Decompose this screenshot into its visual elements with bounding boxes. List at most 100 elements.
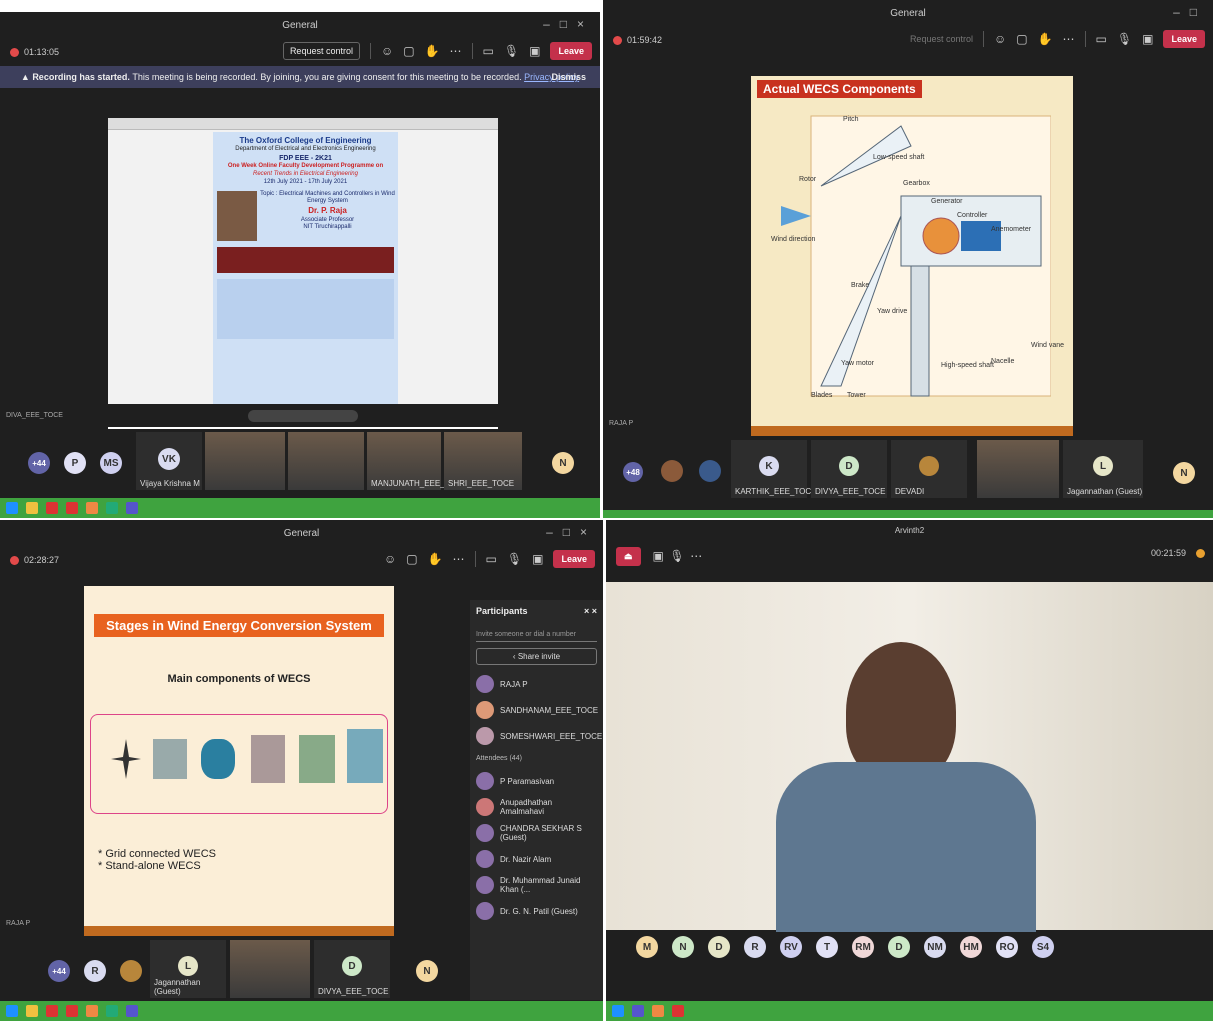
camera-icon[interactable]: ▭ <box>486 552 497 566</box>
participant-tile[interactable]: D DIVYA_EEE_TOCE <box>314 940 390 998</box>
video-tile[interactable]: SHRI_EEE_TOCE <box>444 432 522 490</box>
pdf-icon[interactable] <box>66 502 78 514</box>
participant-avatar[interactable]: MS <box>100 452 122 474</box>
people-icon[interactable]: ☺ <box>381 44 393 58</box>
chat-icon[interactable]: ▢ <box>406 552 417 566</box>
camera-icon[interactable]: ▭ <box>483 44 494 58</box>
participant-row[interactable]: Dr. G. N. Patil (Guest) <box>470 898 603 924</box>
participant-avatar[interactable]: N <box>1173 462 1195 484</box>
start-icon[interactable] <box>612 1005 624 1017</box>
attendees-header[interactable]: Attendees (44) <box>470 749 603 768</box>
mic-icon[interactable]: 🎙 <box>507 552 522 566</box>
video-tile[interactable]: MANJUNATH_EEE_TOCE <box>367 432 467 490</box>
participant-tile[interactable]: L Jagannathan (Guest) <box>150 940 226 998</box>
participant-tile[interactable]: K KARTHIK_EEE_TOCE <box>731 440 817 498</box>
chat-icon[interactable]: ▣ <box>653 549 664 563</box>
participant-avatar[interactable]: M <box>636 936 658 958</box>
participant-avatar[interactable]: T <box>816 936 838 958</box>
camera-icon[interactable]: ▭ <box>1096 32 1107 46</box>
participant-row[interactable]: SOMESHWARI_EEE_TOCE <box>470 723 603 749</box>
acrobat-icon[interactable] <box>46 1005 58 1017</box>
participant-avatar[interactable]: RO <box>996 936 1018 958</box>
close-icon[interactable]: × × <box>584 606 597 616</box>
share-icon[interactable]: ▣ <box>1142 32 1153 46</box>
raise-hand-icon[interactable]: ✋ <box>1038 32 1053 46</box>
request-control-button[interactable]: Request control <box>282 42 360 60</box>
more-icon[interactable]: ⋯ <box>690 549 702 563</box>
participant-avatar[interactable]: N <box>672 936 694 958</box>
video-tile[interactable] <box>205 432 285 490</box>
participant-avatar[interactable]: RM <box>852 936 874 958</box>
explorer-icon[interactable] <box>26 502 38 514</box>
participant-avatar[interactable]: RV <box>780 936 802 958</box>
leave-button[interactable]: Leave <box>553 550 595 568</box>
share-invite-button[interactable]: ‹ Share invite <box>476 648 597 665</box>
share-icon[interactable]: ▣ <box>532 552 543 566</box>
more-icon[interactable]: ⋯ <box>453 552 465 566</box>
participant-row[interactable]: Dr. Nazir Alam <box>470 846 603 872</box>
participant-row[interactable]: Dr. Muhammad Junaid Khan (... <box>470 872 603 898</box>
participant-avatar[interactable]: N <box>552 452 574 474</box>
dismiss-button[interactable]: Dismiss <box>551 72 586 82</box>
video-tile[interactable] <box>230 940 310 998</box>
teams-icon[interactable] <box>126 502 138 514</box>
share-icon[interactable]: ▣ <box>529 44 540 58</box>
photo-avatar[interactable] <box>699 460 721 482</box>
window-controls[interactable]: –□ <box>1173 5 1207 19</box>
video-tile[interactable] <box>288 432 364 490</box>
participant-avatar[interactable]: D <box>708 936 730 958</box>
participant-avatar[interactable]: R <box>84 960 106 982</box>
pdf-icon[interactable] <box>66 1005 78 1017</box>
chrome-icon[interactable] <box>86 1005 98 1017</box>
overflow-avatar[interactable]: +44 <box>48 960 70 982</box>
window-controls[interactable]: –□× <box>546 525 597 539</box>
photo-avatar[interactable] <box>120 960 142 982</box>
explorer-icon[interactable] <box>26 1005 38 1017</box>
participant-avatar[interactable]: NM <box>924 936 946 958</box>
chrome-icon[interactable] <box>652 1005 664 1017</box>
chat-icon[interactable]: ▢ <box>1016 32 1027 46</box>
teams-icon[interactable] <box>126 1005 138 1017</box>
participant-row[interactable]: P Paramasivan <box>470 768 603 794</box>
pdf-icon[interactable] <box>672 1005 684 1017</box>
screen-share-controls[interactable] <box>248 410 358 422</box>
photo-avatar[interactable] <box>661 460 683 482</box>
participant-row[interactable]: Anupadhathan Amalmahavi <box>470 794 603 820</box>
mic-icon[interactable]: 🎙 <box>1117 32 1132 46</box>
more-icon[interactable]: ⋯ <box>1063 32 1075 46</box>
more-icon[interactable]: ⋯ <box>450 44 462 58</box>
excel-icon[interactable] <box>106 1005 118 1017</box>
raise-hand-icon[interactable]: ✋ <box>425 44 440 58</box>
participant-avatar[interactable]: R <box>744 936 766 958</box>
start-icon[interactable] <box>6 502 18 514</box>
participant-tile[interactable]: VK Vijaya Krishna M <box>136 432 202 490</box>
mic-icon[interactable]: 🎙 <box>669 549 684 563</box>
participant-avatar[interactable]: S4 <box>1032 936 1054 958</box>
leave-button[interactable]: Leave <box>1163 30 1205 48</box>
participant-row[interactable]: CHANDRA SEKHAR S (Guest) <box>470 820 603 846</box>
overflow-avatar[interactable]: +44 <box>28 452 50 474</box>
leave-button[interactable]: Leave <box>550 42 592 60</box>
participant-row[interactable]: SANDHANAM_EEE_TOCE <box>470 697 603 723</box>
mic-icon[interactable]: 🎙 <box>504 44 519 58</box>
invite-search-input[interactable]: Invite someone or dial a number <box>476 628 597 642</box>
start-icon[interactable] <box>6 1005 18 1017</box>
raise-hand-icon[interactable]: ✋ <box>428 552 443 566</box>
participant-row[interactable]: RAJA P <box>470 671 603 697</box>
people-icon[interactable]: ☺ <box>994 32 1006 46</box>
teams-icon[interactable] <box>632 1005 644 1017</box>
participant-avatar[interactable]: P <box>64 452 86 474</box>
participant-avatar[interactable]: N <box>416 960 438 982</box>
video-tile[interactable] <box>977 440 1059 498</box>
participant-tile[interactable]: DEVADI <box>891 440 967 498</box>
acrobat-icon[interactable] <box>46 502 58 514</box>
request-control-button[interactable]: Request control <box>910 34 973 44</box>
people-icon[interactable]: ☺ <box>384 552 396 566</box>
leave-button[interactable]: ⏏ <box>616 546 641 566</box>
participant-avatar[interactable]: HM <box>960 936 982 958</box>
participant-tile[interactable]: L Jagannathan (Guest) <box>1063 440 1143 498</box>
excel-icon[interactable] <box>106 502 118 514</box>
participant-avatar[interactable]: D <box>888 936 910 958</box>
participant-tile[interactable]: D DIVYA_EEE_TOCE <box>811 440 887 498</box>
chat-icon[interactable]: ▢ <box>403 44 414 58</box>
